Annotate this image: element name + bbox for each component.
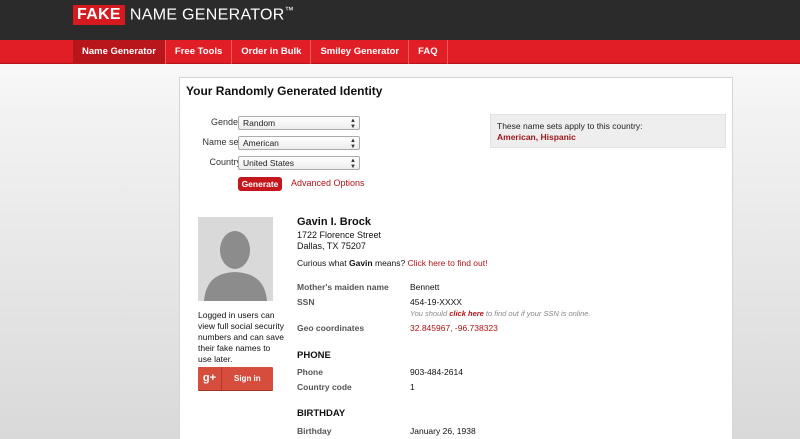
address-line-2: Dallas, TX 75207 (297, 241, 366, 251)
google-signin-button[interactable]: g+ Sign in (198, 367, 273, 390)
phone-label: Phone (297, 367, 323, 377)
birthday-value: January 26, 1938 (410, 426, 476, 436)
name-sets-info-text: These name sets apply to this country: (497, 121, 643, 131)
select-arrows-icon: ▲ ▼ (350, 138, 356, 150)
nameset-label: Name set (202, 137, 241, 147)
curious-prefix: Curious what (297, 258, 347, 268)
advanced-options-link[interactable]: Advanced Options (291, 178, 365, 188)
maiden-name-label: Mother's maiden name (297, 282, 389, 292)
country-label: Country (209, 157, 241, 167)
gender-select-value: Random (243, 118, 276, 128)
country-row: Country United States ▲ ▼ (180, 156, 370, 170)
gender-label: Gender (210, 117, 241, 127)
nav-name-generator[interactable]: Name Generator (73, 40, 166, 64)
nameset-row: Name set American ▲ ▼ (180, 136, 370, 150)
ssn-value: 454-19-XXXX (410, 297, 462, 307)
identity-name: Gavin I. Brock (297, 216, 371, 228)
name-meaning-link[interactable]: Click here to find out! (408, 258, 488, 268)
select-arrows-icon: ▲ ▼ (350, 158, 356, 170)
gender-row: Gender Random ▲ ▼ (180, 116, 370, 130)
nameset-select[interactable]: American ▲ ▼ (238, 136, 360, 150)
select-arrows-icon: ▲ ▼ (350, 118, 356, 130)
birthday-section-heading: BIRTHDAY (297, 408, 346, 419)
geo-label: Geo coordinates (297, 323, 365, 333)
country-select[interactable]: United States ▲ ▼ (238, 156, 360, 170)
logo-fake-box: FAKE (73, 5, 125, 25)
nameset-select-value: American (243, 138, 279, 148)
name-sets-list: American, Hispanic (497, 132, 576, 142)
nav-faq[interactable]: FAQ (409, 40, 448, 64)
login-promo-text: Logged in users can view full social sec… (198, 310, 284, 364)
page-title: Your Randomly Generated Identity (186, 84, 383, 98)
logo-text: NAME GENERATOR™ (129, 5, 294, 24)
person-silhouette-icon (198, 217, 273, 301)
main-nav: Name Generator Free Tools Order in Bulk … (0, 40, 800, 64)
google-plus-icon: g+ (198, 367, 222, 390)
ssn-label: SSN (297, 297, 315, 307)
country-code-value: 1 (410, 382, 415, 392)
nav-order-in-bulk[interactable]: Order in Bulk (232, 40, 312, 64)
name-sets-info-box: These name sets apply to this country: A… (490, 114, 726, 148)
signin-label: Sign in (234, 374, 261, 383)
generate-button[interactable]: Generate (238, 177, 282, 191)
site-logo[interactable]: FAKE NAME GENERATOR™ (73, 4, 294, 26)
ssn-check-link[interactable]: click here (449, 309, 484, 318)
ssn-note: You should click here to find out if you… (410, 309, 591, 318)
curious-suffix: means? (374, 258, 406, 268)
top-header: FAKE NAME GENERATOR™ (0, 0, 800, 40)
birthday-label: Birthday (297, 426, 332, 436)
maiden-name-value: Bennett (410, 282, 440, 292)
geo-coordinates-link[interactable]: 32.845967, -96.738323 (410, 323, 498, 333)
country-code-label: Country code (297, 382, 352, 392)
ssn-note-prefix: You should (410, 309, 448, 318)
curious-name: Gavin (348, 258, 373, 268)
ssn-note-suffix: to find out if your SSN is online. (485, 309, 591, 318)
nav-free-tools[interactable]: Free Tools (166, 40, 233, 64)
country-select-value: United States (243, 158, 295, 168)
phone-section-heading: PHONE (297, 350, 331, 361)
address-line-1: 1722 Florence Street (297, 230, 382, 240)
nav-smiley-generator[interactable]: Smiley Generator (311, 40, 410, 64)
identity-card: Your Randomly Generated Identity Gender … (179, 77, 733, 439)
curious-name-line: Curious what Gavin means? Click here to … (297, 258, 487, 268)
avatar (198, 217, 273, 301)
phone-value: 903-484-2614 (410, 367, 463, 377)
gender-select[interactable]: Random ▲ ▼ (238, 116, 360, 130)
